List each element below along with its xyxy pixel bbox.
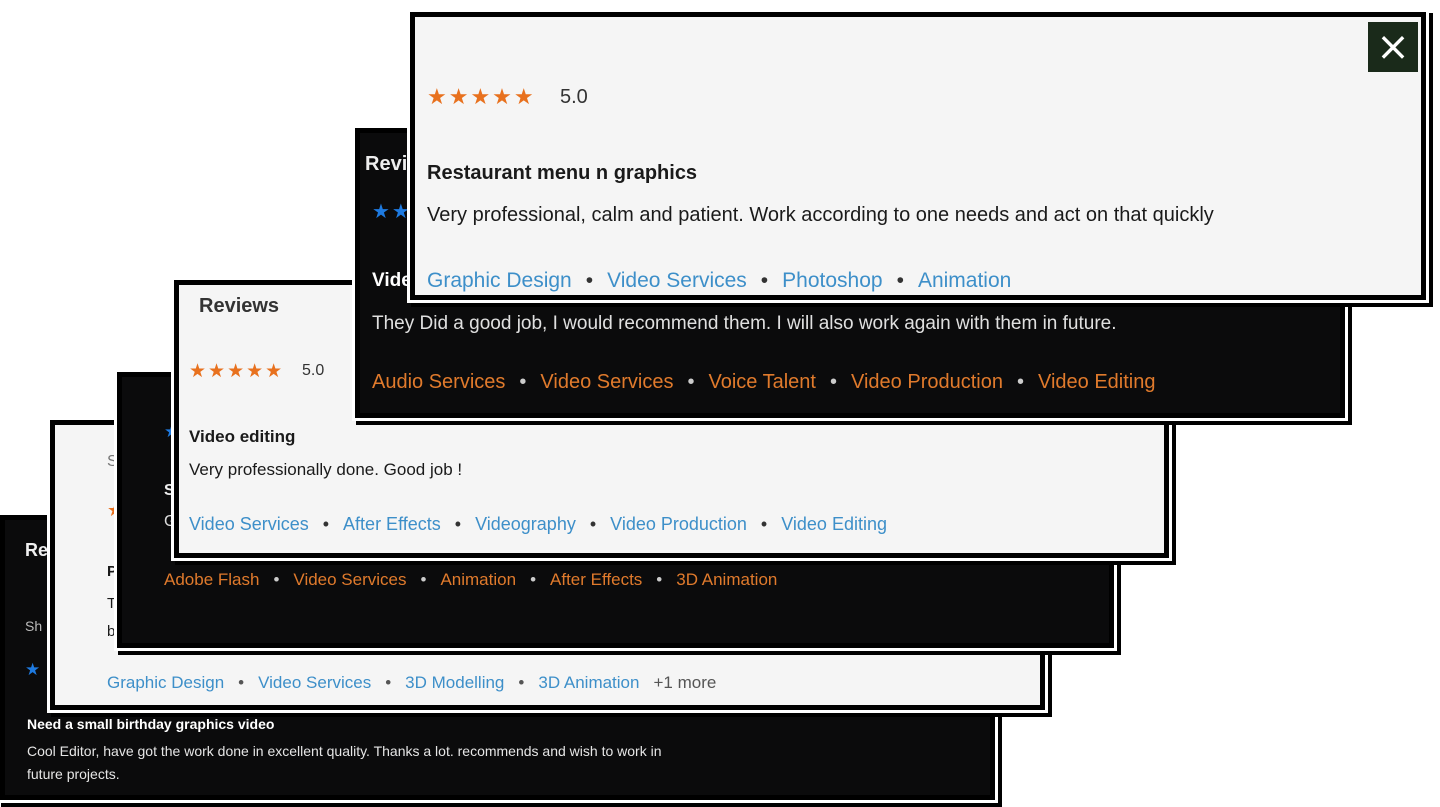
tag-3d-animation[interactable]: 3D Animation xyxy=(538,673,639,692)
tag-video-services[interactable]: Video Services xyxy=(540,371,673,393)
tag-animation[interactable]: Animation xyxy=(440,570,516,589)
tag-audio-services[interactable]: Audio Services xyxy=(372,371,505,393)
skill-tags: Video Services • After Effects • Videography… xyxy=(189,514,887,534)
rating-value: 5.0 xyxy=(302,362,325,379)
rating-stars: ★★★★★ xyxy=(189,361,285,382)
skill-tags: Graphic Design • Video Services • 3D Modelli… xyxy=(107,673,717,692)
fragment-b: b xyxy=(107,623,116,640)
close-button[interactable]: × xyxy=(1368,22,1418,72)
shown-text: Sh xyxy=(25,618,43,634)
tag-after-effects[interactable]: After Effects xyxy=(343,514,441,534)
tag-adobe-flash[interactable]: Adobe Flash xyxy=(164,570,259,589)
tag-3d-animation[interactable]: 3D Animation xyxy=(676,570,777,589)
tag-video-production[interactable]: Video Production xyxy=(851,371,1003,393)
review-card-6: × ★★★★★ 5.0 Restaurant menu n graphics V… xyxy=(410,12,1426,300)
tag-3d-modelling[interactable]: 3D Modelling xyxy=(405,673,504,692)
review-title: Need a small birthday graphics video xyxy=(27,716,275,732)
fragment-t: T xyxy=(107,595,117,612)
tag-after-effects[interactable]: After Effects xyxy=(550,570,642,589)
review-body-line-1: Cool Editor, have got the work done in e… xyxy=(27,743,662,759)
review-body: Very professional, calm and patient. Wor… xyxy=(427,204,1214,226)
review-body: Very professionally done. Good job ! xyxy=(189,460,463,479)
fragment-p: P xyxy=(107,563,118,580)
more-tags-link[interactable]: +1 more xyxy=(653,673,716,692)
review-title: Vide xyxy=(372,270,412,291)
skill-tags: Graphic Design • Video Services • Photoshop •… xyxy=(427,269,1012,292)
rating-stars: ★ xyxy=(25,660,43,679)
tag-videography[interactable]: Videography xyxy=(475,514,576,534)
skill-tags: Adobe Flash • Video Services • Animation • Aft… xyxy=(164,570,778,589)
tag-video-services[interactable]: Video Services xyxy=(607,269,747,292)
tag-video-editing[interactable]: Video Editing xyxy=(1038,371,1156,393)
tag-animation[interactable]: Animation xyxy=(918,269,1011,292)
tag-video-services[interactable]: Video Services xyxy=(189,514,309,534)
review-body-line-2: future projects. xyxy=(27,766,120,782)
rating-value: 5.0 xyxy=(560,86,588,108)
tag-voice-talent[interactable]: Voice Talent xyxy=(708,371,816,393)
tag-graphic-design[interactable]: Graphic Design xyxy=(427,269,572,292)
tag-graphic-design[interactable]: Graphic Design xyxy=(107,673,224,692)
tag-video-services[interactable]: Video Services xyxy=(293,570,406,589)
reviews-heading: Revi xyxy=(365,153,408,175)
review-title: Restaurant menu n graphics xyxy=(427,162,698,184)
review-title: Video editing xyxy=(189,427,296,446)
skill-tags: Audio Services • Video Services • Voice Tale… xyxy=(372,371,1156,393)
rating-stars: ★★★★★ xyxy=(427,84,536,109)
reviews-heading: Re xyxy=(25,540,49,560)
reviews-heading: Reviews xyxy=(199,295,280,317)
tag-video-production[interactable]: Video Production xyxy=(610,514,747,534)
tag-photoshop[interactable]: Photoshop xyxy=(782,269,882,292)
rating-stars: ★★ xyxy=(372,201,412,223)
close-icon: × xyxy=(1376,24,1410,70)
tag-video-services[interactable]: Video Services xyxy=(258,673,371,692)
tag-video-editing[interactable]: Video Editing xyxy=(781,514,887,534)
review-body: They Did a good job, I would recommend t… xyxy=(372,313,1117,334)
